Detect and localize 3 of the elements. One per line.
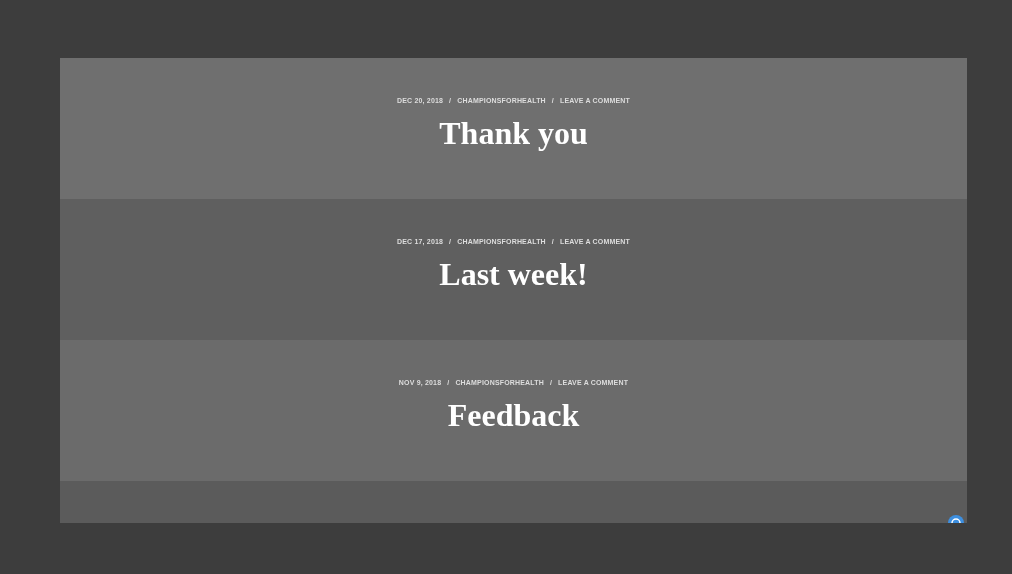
post-title[interactable]: Feedback: [447, 394, 580, 435]
post-title[interactable]: Thank you: [439, 112, 588, 153]
post-title[interactable]: Last week!: [439, 253, 588, 294]
